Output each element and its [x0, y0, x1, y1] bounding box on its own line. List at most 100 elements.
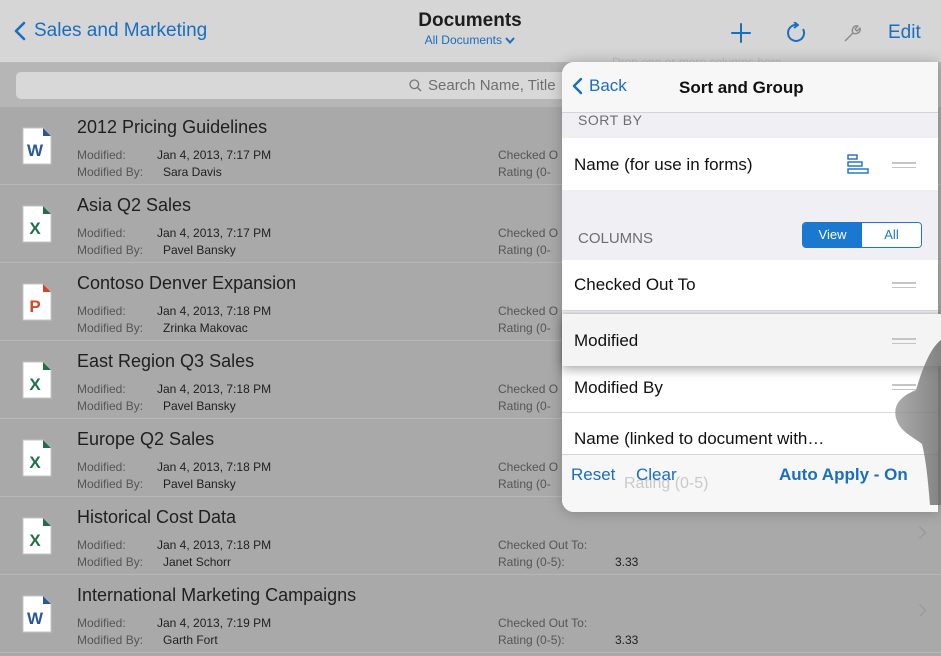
view-selector-label: All Documents: [424, 33, 503, 47]
modified-label: Modified:: [77, 148, 126, 162]
rating-label: Rating (0-5):: [498, 633, 565, 647]
modified-by-label: Modified By:: [77, 555, 144, 569]
document-name: Asia Q2 Sales: [77, 195, 192, 215]
rating-label: Rating (0-: [498, 477, 551, 491]
rating-value: 3.33: [615, 633, 639, 647]
excel-file-icon: X: [22, 205, 52, 243]
modified-label: Modified:: [77, 538, 126, 552]
modified-by-value: Garth Fort: [163, 633, 218, 647]
modified-by-value: Pavel Bansky: [163, 243, 236, 257]
rating-label: Rating (0-: [498, 321, 551, 335]
reorder-handle-icon[interactable]: [892, 162, 916, 171]
modified-by-label: Modified By:: [77, 477, 144, 491]
rating-label: Rating (0-: [498, 243, 551, 257]
document-name: Historical Cost Data: [77, 507, 237, 527]
columns-header: COLUMNS: [578, 230, 654, 247]
excel-file-icon: X: [22, 517, 52, 555]
document-name: 2012 Pricing Guidelines: [77, 117, 268, 137]
screen: Sales and Marketing Documents All Docume…: [0, 0, 941, 656]
checked-out-label: Checked O: [498, 304, 559, 318]
finger-touch-icon: [895, 340, 941, 505]
sort-order-icon[interactable]: [846, 154, 870, 174]
checked-out-label: Checked O: [498, 148, 559, 162]
column-item-label: Checked Out To: [574, 275, 696, 294]
title-area: Documents All Documents: [400, 10, 540, 47]
checked-out-label: Checked O: [498, 382, 559, 396]
rating-label: Rating (0-: [498, 399, 551, 413]
modified-by-label: Modified By:: [77, 165, 144, 179]
svg-text:W: W: [27, 141, 44, 160]
search-placeholder: Search Name, Title: [409, 77, 556, 94]
modified-value: Jan 4, 2013, 7:17 PM: [157, 148, 272, 162]
popover-back-button[interactable]: Back: [572, 76, 627, 96]
modified-label: Modified:: [77, 616, 126, 630]
column-item-label: Modified By: [574, 378, 663, 397]
chevron-right-icon: [918, 603, 927, 618]
sort-by-header: SORT BY: [578, 112, 643, 128]
modified-by-value: Pavel Bansky: [163, 399, 236, 413]
word-file-icon: W: [22, 595, 52, 633]
popover-back-label: Back: [589, 76, 627, 95]
view-selector[interactable]: All Documents: [400, 33, 540, 47]
svg-text:X: X: [29, 453, 41, 472]
sort-item[interactable]: Name (for use in forms): [562, 138, 938, 190]
column-item-label: Modified: [574, 331, 639, 350]
chevron-down-icon: [505, 37, 516, 45]
segment-view[interactable]: View: [803, 223, 862, 247]
back-button[interactable]: Sales and Marketing: [14, 20, 207, 42]
edit-button[interactable]: Edit: [888, 22, 921, 44]
excel-file-icon: X: [22, 361, 52, 399]
modified-label: Modified:: [77, 226, 126, 240]
modified-value: Jan 4, 2013, 7:19 PM: [157, 616, 272, 630]
checked-out-label: Checked O: [498, 226, 559, 240]
modified-by-label: Modified By:: [77, 399, 144, 413]
sort-item-label: Name (for use in forms): [574, 155, 753, 174]
modified-by-label: Modified By:: [77, 243, 144, 257]
modified-value: Jan 4, 2013, 7:18 PM: [157, 382, 272, 396]
document-name: Europe Q2 Sales: [77, 429, 215, 449]
plus-icon[interactable]: [730, 22, 752, 49]
modified-by-label: Modified By:: [77, 321, 144, 335]
page-title: Documents: [418, 10, 522, 31]
powerpoint-file-icon: P: [22, 283, 52, 321]
wrench-icon[interactable]: [842, 22, 864, 49]
column-item-label: Name (linked to document with…: [574, 429, 825, 448]
rating-label: Rating (0-: [498, 165, 551, 179]
popover-header: Back Sort and Group: [562, 62, 938, 113]
checked-out-label: Checked Out To:: [498, 538, 588, 552]
reorder-handle-icon[interactable]: [892, 282, 916, 291]
document-row[interactable]: W International Marketing Campaigns Modi…: [0, 575, 941, 653]
modified-label: Modified:: [77, 382, 126, 396]
chevron-right-icon: [918, 525, 927, 540]
modified-by-value: Janet Schorr: [163, 555, 232, 569]
svg-text:P: P: [29, 297, 40, 316]
checked-out-label: Checked Out To:: [498, 616, 588, 630]
document-name: East Region Q3 Sales: [77, 351, 255, 371]
word-file-icon: W: [22, 127, 52, 165]
svg-text:X: X: [29, 219, 41, 238]
svg-text:W: W: [27, 609, 44, 628]
document-name: International Marketing Campaigns: [77, 585, 357, 605]
column-item-checked-out-to[interactable]: Checked Out To: [562, 260, 938, 311]
checked-out-label: Checked O: [498, 460, 559, 474]
search-placeholder-text: Search Name, Title: [428, 77, 556, 94]
rating-label: Rating (0-5):: [498, 555, 565, 569]
clear-button[interactable]: Clear: [636, 465, 677, 485]
modified-by-value: Pavel Bansky: [163, 477, 236, 491]
popover-title: Sort and Group: [679, 78, 804, 97]
segment-all[interactable]: All: [862, 223, 921, 247]
svg-text:X: X: [29, 375, 41, 394]
navigation-bar: Sales and Marketing Documents All Docume…: [0, 0, 941, 63]
svg-text:X: X: [29, 531, 41, 550]
modified-by-value: Sara Davis: [163, 165, 222, 179]
modified-by-value: Zrinka Makovac: [163, 321, 248, 335]
chevron-left-icon: [14, 21, 26, 41]
chevron-left-icon: [572, 77, 583, 95]
back-label: Sales and Marketing: [34, 20, 208, 41]
view-all-segmented-control: View All: [802, 222, 922, 248]
modified-label: Modified:: [77, 460, 126, 474]
rating-value: 3.33: [615, 555, 639, 569]
reset-button[interactable]: Reset: [571, 465, 615, 485]
modified-value: Jan 4, 2013, 7:18 PM: [157, 304, 272, 318]
refresh-icon[interactable]: [786, 21, 808, 49]
